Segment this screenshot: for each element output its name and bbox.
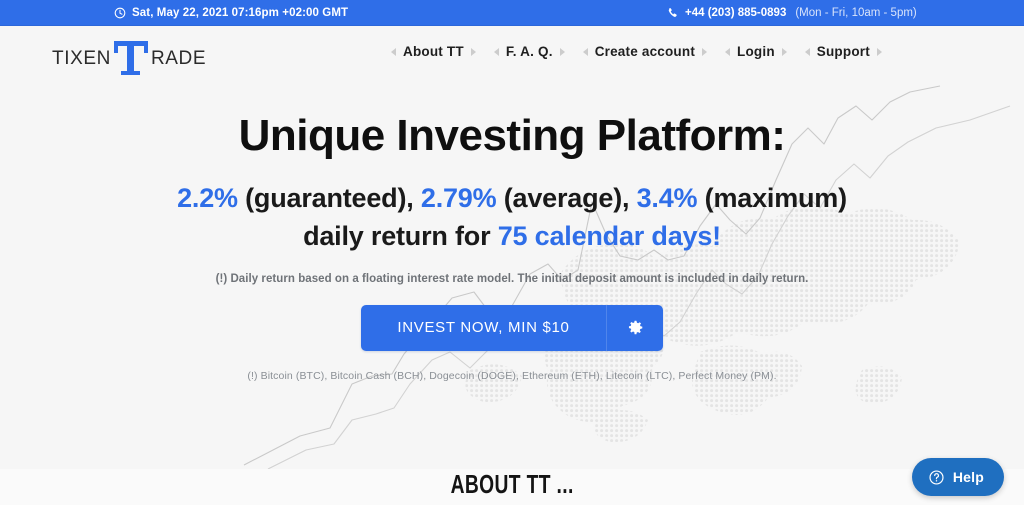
invest-now-button[interactable]: INVEST NOW, MIN $10 [361, 304, 663, 351]
about-section: ABOUT TT ... [0, 469, 1024, 505]
rate-maximum-label: (maximum) [697, 183, 847, 214]
rates-statement: 2.2% (guaranteed), 2.79% (average), 3.4%… [0, 180, 1024, 255]
help-label: Help [952, 469, 984, 485]
hero-content: Unique Investing Platform: 2.2% (guarant… [0, 84, 1024, 382]
daily-return-prefix: daily return for [303, 220, 498, 251]
gear-icon[interactable] [606, 304, 663, 351]
nav-label: Support [816, 44, 870, 59]
logo-t-mark-icon [112, 38, 150, 78]
question-circle-icon [928, 469, 945, 486]
phone-number: +44 (203) 885-0893 [685, 7, 787, 19]
clock-icon [114, 7, 126, 19]
nav-item-faq[interactable]: F. A. Q. [485, 44, 574, 59]
chevron-right-icon [702, 47, 708, 56]
chevron-right-icon [876, 47, 882, 56]
nav-item-support[interactable]: Support [796, 44, 891, 59]
chevron-left-icon [493, 47, 499, 56]
logo[interactable]: TIXEN RADE [52, 38, 206, 78]
chevron-left-icon [582, 47, 588, 56]
term-length: 75 calendar days! [497, 220, 721, 251]
phone-hours: (Mon - Fri, 10am - 5pm) [795, 7, 917, 19]
site-header: TIXEN RADE About TT F. A. Q. Create acco… [0, 26, 1024, 84]
chevron-right-icon [559, 47, 565, 56]
chevron-left-icon [725, 47, 731, 56]
chevron-right-icon [470, 47, 476, 56]
nav-label: Login [737, 44, 775, 59]
payment-methods-note: (!) Bitcoin (BTC), Bitcoin Cash (BCH), D… [247, 369, 777, 382]
datetime-text: Sat, May 22, 2021 07:16pm +02:00 GMT [132, 7, 349, 19]
contact-phone[interactable]: +44 (203) 885-0893 (Mon - Fri, 10am - 5p… [667, 7, 917, 19]
nav-label: About TT [403, 44, 464, 59]
rates-line-1: 2.2% (guaranteed), 2.79% (average), 3.4%… [0, 180, 1024, 217]
rate-average-value: 2.79% [420, 183, 497, 214]
hero-section: Unique Investing Platform: 2.2% (guarant… [0, 84, 1024, 469]
nav-item-about-tt[interactable]: About TT [382, 44, 485, 59]
nav-item-create-account[interactable]: Create account [574, 44, 716, 59]
server-datetime: Sat, May 22, 2021 07:16pm +02:00 GMT [114, 7, 348, 19]
cta-container: INVEST NOW, MIN $10 [0, 304, 1024, 351]
rate-maximum-value: 3.4% [636, 183, 698, 214]
daily-return-disclaimer: (!) Daily return based on a floating int… [215, 272, 809, 285]
phone-icon [667, 7, 679, 19]
page-title: Unique Investing Platform: [238, 111, 786, 160]
rate-average-label: (average), [496, 183, 637, 214]
nav-label: F. A. Q. [505, 44, 553, 59]
help-widget-button[interactable]: Help [911, 458, 1004, 496]
main-navigation: About TT F. A. Q. Create account Login S… [382, 44, 891, 59]
rates-line-2: daily return for 75 calendar days! [0, 218, 1024, 255]
about-section-title: ABOUT TT ... [450, 469, 574, 499]
rate-guaranteed-label: (guaranteed), [237, 183, 421, 214]
nav-label: Create account [594, 44, 696, 59]
top-info-bar: Sat, May 22, 2021 07:16pm +02:00 GMT +44… [0, 0, 1024, 26]
logo-text-left: TIXEN [52, 47, 111, 69]
nav-item-login[interactable]: Login [716, 44, 796, 59]
chevron-right-icon [781, 47, 787, 56]
logo-text-right: RADE [150, 47, 207, 69]
chevron-left-icon [391, 47, 396, 56]
chevron-left-icon [804, 47, 810, 56]
invest-now-label: INVEST NOW, MIN $10 [397, 319, 570, 337]
page-root: Sat, May 22, 2021 07:16pm +02:00 GMT +44… [0, 0, 1024, 505]
rate-guaranteed-value: 2.2% [177, 183, 238, 214]
